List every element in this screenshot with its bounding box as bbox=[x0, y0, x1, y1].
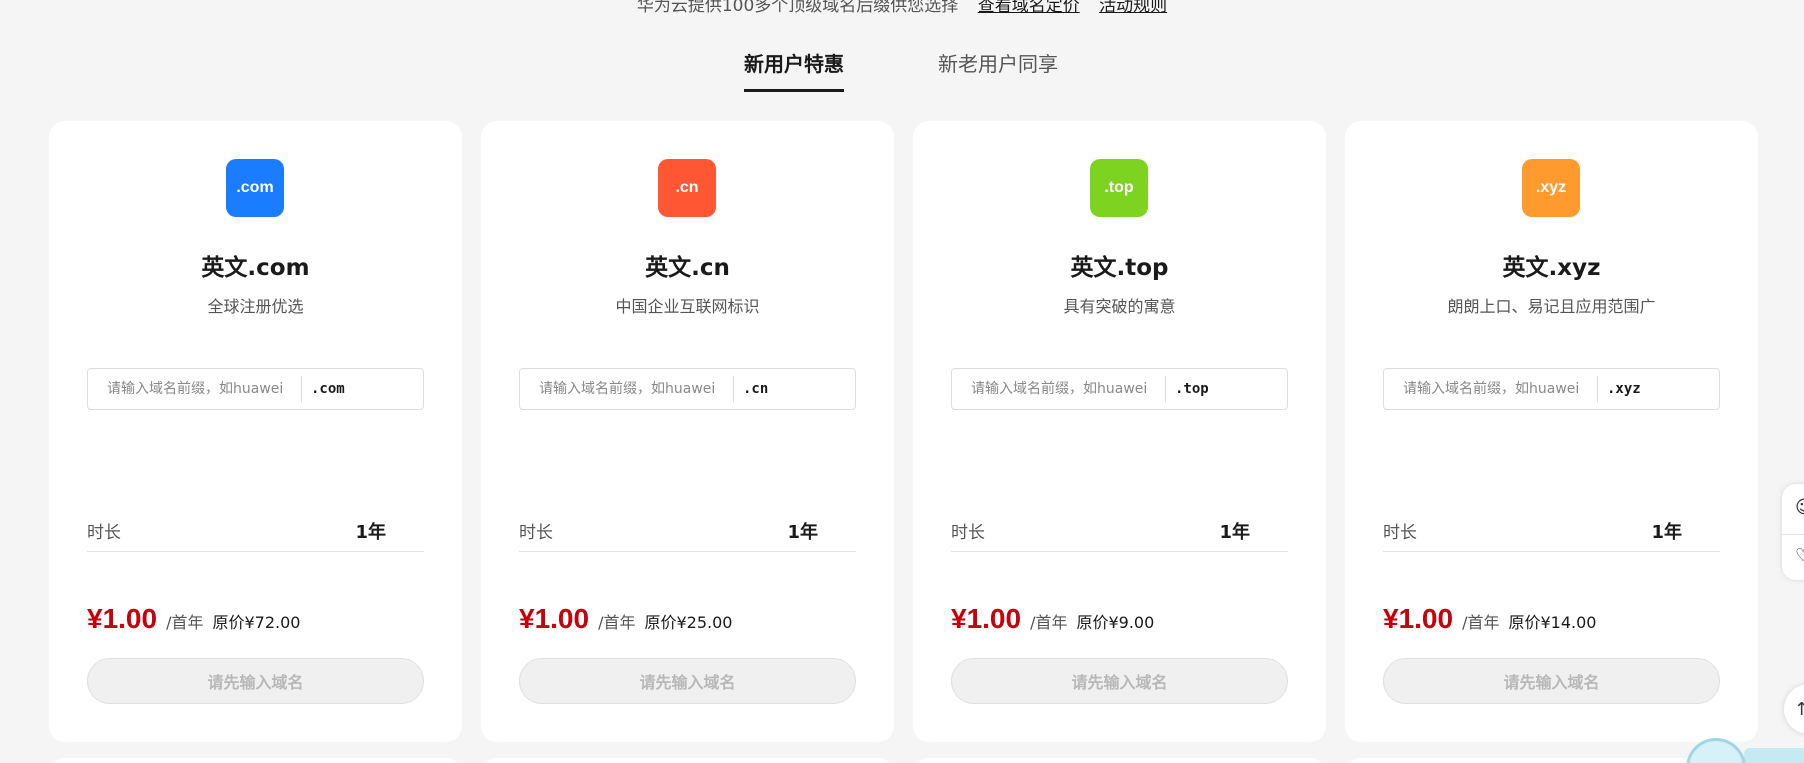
price: ¥1.00 bbox=[519, 603, 590, 634]
duration-select[interactable]: 1年 bbox=[1651, 518, 1682, 544]
domain-card-com: .com 英文.com 全球注册优选 .com 时长 1年 ¥1.00 /首年 … bbox=[49, 121, 462, 742]
card-desc: 全球注册优选 bbox=[207, 297, 304, 316]
next-card bbox=[49, 758, 462, 763]
card-desc: 中国企业互联网标识 bbox=[615, 297, 760, 316]
price-row: ¥1.00 /首年 原价¥72.00 bbox=[87, 603, 300, 635]
subtitle-text: 华为云提供100多个顶级域名后缀供您选择 bbox=[636, 0, 959, 16]
xyz-badge-icon: .xyz bbox=[1522, 159, 1580, 217]
tab-new-user[interactable]: 新用户特惠 bbox=[744, 48, 844, 92]
original-price: 原价¥25.00 bbox=[644, 613, 733, 632]
domain-prefix-input[interactable] bbox=[520, 369, 733, 409]
buy-button[interactable]: 请先输入域名 bbox=[1383, 658, 1720, 704]
duration-row: 时长 1年 bbox=[519, 518, 856, 552]
duration-row: 时长 1年 bbox=[1383, 518, 1720, 552]
domain-input-group: .com bbox=[87, 368, 424, 410]
original-price: 原价¥9.00 bbox=[1076, 613, 1155, 632]
duration-row: 时长 1年 bbox=[87, 518, 424, 552]
card-title: 英文.com bbox=[201, 255, 310, 281]
domain-prefix-input[interactable] bbox=[952, 369, 1165, 409]
divider bbox=[1782, 534, 1804, 535]
duration-label: 时长 bbox=[951, 523, 985, 543]
domain-cards: .com 英文.com 全球注册优选 .com 时长 1年 ¥1.00 /首年 … bbox=[49, 121, 1758, 742]
domain-suffix: .xyz bbox=[1607, 381, 1641, 397]
top-badge-icon: .top bbox=[1090, 159, 1148, 217]
domain-prefix-input[interactable] bbox=[88, 369, 301, 409]
floating-toolbar: ☺ ♡ bbox=[1782, 484, 1804, 580]
card-desc: 朗朗上口、易记且应用范围广 bbox=[1447, 297, 1656, 316]
next-card bbox=[481, 758, 894, 763]
price: ¥1.00 bbox=[951, 603, 1022, 634]
price-row: ¥1.00 /首年 原价¥9.00 bbox=[951, 603, 1154, 635]
next-cards-row bbox=[49, 758, 1758, 763]
domain-suffix: .com bbox=[311, 381, 345, 397]
domain-input-group: .xyz bbox=[1383, 368, 1720, 410]
card-title: 英文.xyz bbox=[1502, 255, 1601, 281]
duration-select[interactable]: 1年 bbox=[1219, 518, 1250, 544]
domain-input-group: .cn bbox=[519, 368, 856, 410]
price-unit: /首年 bbox=[1462, 613, 1500, 632]
rules-link[interactable]: 活动规则 bbox=[1099, 0, 1167, 16]
scroll-top-button[interactable]: ↑ bbox=[1784, 684, 1804, 734]
card-desc: 具有突破的寓意 bbox=[1063, 297, 1176, 316]
offer-tabs: 新用户特惠 新老用户同享 bbox=[0, 48, 1804, 92]
pricing-link[interactable]: 查看域名定价 bbox=[978, 0, 1080, 16]
original-price: 原价¥14.00 bbox=[1508, 613, 1597, 632]
price-row: ¥1.00 /首年 原价¥14.00 bbox=[1383, 603, 1596, 635]
heart-icon[interactable]: ♡ bbox=[1795, 546, 1804, 566]
price: ¥1.00 bbox=[87, 603, 158, 634]
duration-label: 时长 bbox=[519, 523, 553, 543]
duration-label: 时长 bbox=[87, 523, 121, 543]
price-unit: /首年 bbox=[1030, 613, 1068, 632]
price-row: ¥1.00 /首年 原价¥25.00 bbox=[519, 603, 732, 635]
headset-icon[interactable]: ☺ bbox=[1795, 498, 1804, 518]
next-card bbox=[913, 758, 1326, 763]
original-price: 原价¥72.00 bbox=[212, 613, 301, 632]
price-unit: /首年 bbox=[598, 613, 636, 632]
tab-all-users[interactable]: 新老用户同享 bbox=[938, 48, 1058, 92]
price: ¥1.00 bbox=[1383, 603, 1454, 634]
duration-row: 时长 1年 bbox=[951, 518, 1288, 552]
duration-select[interactable]: 1年 bbox=[355, 518, 386, 544]
duration-select[interactable]: 1年 bbox=[787, 518, 818, 544]
domain-card-xyz: .xyz 英文.xyz 朗朗上口、易记且应用范围广 .xyz 时长 1年 ¥1.… bbox=[1345, 121, 1758, 742]
card-title: 英文.top bbox=[1070, 255, 1169, 281]
com-badge-icon: .com bbox=[226, 159, 284, 217]
buy-button[interactable]: 请先输入域名 bbox=[951, 658, 1288, 704]
domain-suffix: .top bbox=[1175, 381, 1209, 397]
assistant-bar[interactable] bbox=[1744, 748, 1804, 763]
domain-input-group: .top bbox=[951, 368, 1288, 410]
subtitle-line: 华为云提供100多个顶级域名后缀供您选择 查看域名定价 活动规则 bbox=[0, 0, 1804, 16]
buy-button[interactable]: 请先输入域名 bbox=[519, 658, 856, 704]
duration-label: 时长 bbox=[1383, 523, 1417, 543]
buy-button[interactable]: 请先输入域名 bbox=[87, 658, 424, 704]
card-title: 英文.cn bbox=[645, 255, 730, 281]
arrow-up-icon: ↑ bbox=[1794, 698, 1804, 720]
domain-card-cn: .cn 英文.cn 中国企业互联网标识 .cn 时长 1年 ¥1.00 /首年 … bbox=[481, 121, 894, 742]
domain-prefix-input[interactable] bbox=[1384, 369, 1597, 409]
domain-suffix: .cn bbox=[743, 381, 769, 397]
price-unit: /首年 bbox=[166, 613, 204, 632]
cn-badge-icon: .cn bbox=[658, 159, 716, 217]
domain-card-top: .top 英文.top 具有突破的寓意 .top 时长 1年 ¥1.00 /首年… bbox=[913, 121, 1326, 742]
